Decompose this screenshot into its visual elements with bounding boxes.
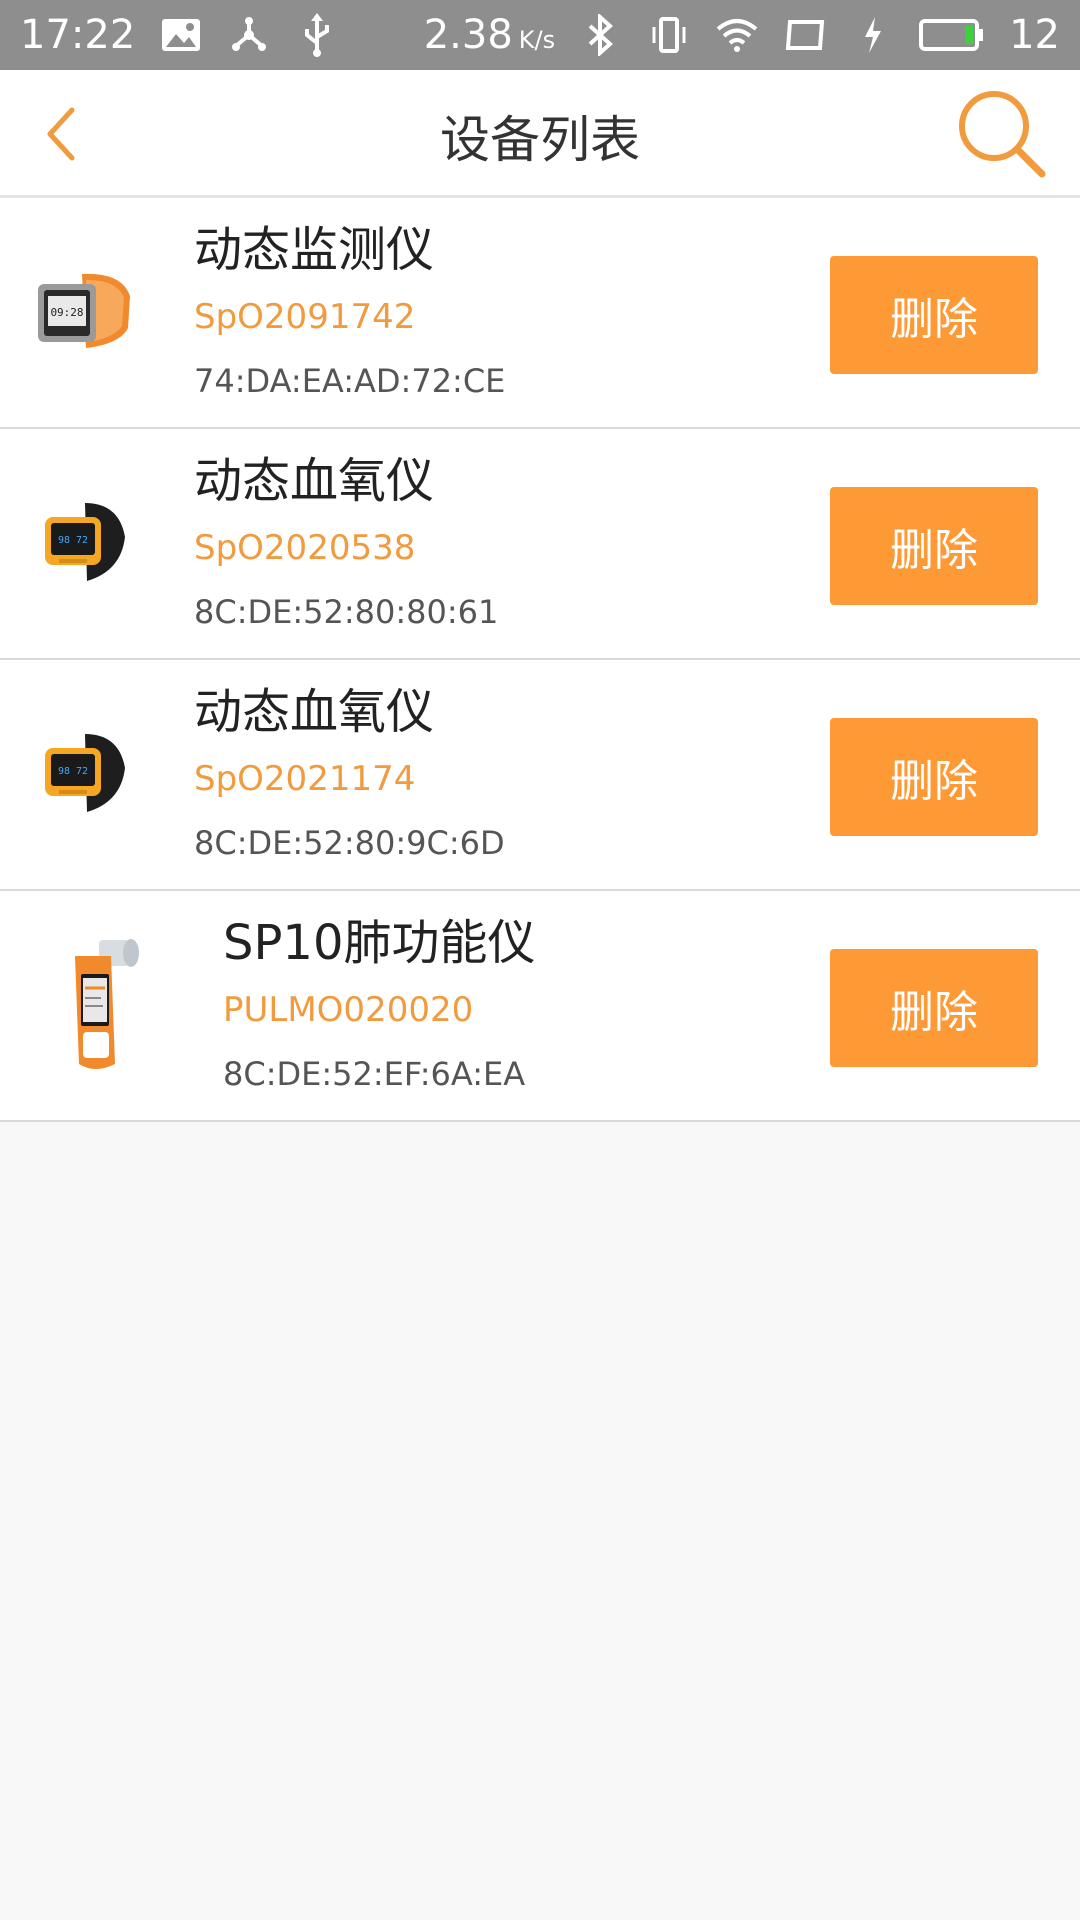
network-speed: 2.38 K/s [424,12,555,58]
wrist-oximeter-image: 98 72 [28,477,140,607]
usb-icon [295,13,339,57]
delete-button[interactable]: 删除 [830,718,1038,836]
device-name: 动态监测仪 [194,222,435,278]
delete-button[interactable]: 删除 [830,949,1038,1067]
svg-text:09:28: 09:28 [50,306,83,319]
device-mac: 8C:DE:52:80:80:61 [194,593,499,631]
device-serial: PULMO020020 [223,990,474,1030]
charging-icon [851,13,895,57]
share-network-icon [227,13,271,57]
delete-button[interactable]: 删除 [830,487,1038,605]
search-button[interactable] [952,84,1052,184]
device-name: 动态血氧仪 [194,453,435,509]
network-speed-unit: K/s [518,26,556,54]
device-row[interactable]: 98 72 动态血氧仪 SpO2021174 8C:DE:52:80:9C:6D… [0,660,1080,891]
status-time: 17:22 [20,12,136,58]
device-list: 09:28 动态监测仪 SpO2091742 74:DA:EA:AD:72:CE… [0,198,1080,1122]
wrist-oximeter-image: 98 72 [28,708,140,838]
status-bar-right: 2.38 K/s 12 [424,12,1060,58]
device-serial: SpO2020538 [194,528,416,568]
spirometer-image [50,939,160,1069]
device-row[interactable]: 09:28 动态监测仪 SpO2091742 74:DA:EA:AD:72:CE… [0,198,1080,429]
device-serial: SpO2091742 [194,297,416,337]
device-info: 动态监测仪 SpO2091742 74:DA:EA:AD:72:CE [194,218,505,404]
device-mac: 8C:DE:52:80:9C:6D [194,824,505,862]
svg-text:98 72: 98 72 [58,766,88,777]
device-info: 动态血氧仪 SpO2021174 8C:DE:52:80:9C:6D [194,680,505,866]
screen-icon [783,13,827,57]
device-row[interactable]: SP10肺功能仪 PULMO020020 8C:DE:52:EF:6A:EA 删… [0,891,1080,1122]
svg-text:98 72: 98 72 [58,535,88,546]
device-mac: 8C:DE:52:EF:6A:EA [223,1055,526,1093]
bluetooth-icon [579,13,623,57]
device-name: SP10肺功能仪 [223,915,536,971]
vibrate-icon [647,13,691,57]
network-speed-value: 2.38 [423,12,513,58]
page-title: 设备列表 [440,111,640,169]
device-info: 动态血氧仪 SpO2020538 8C:DE:52:80:80:61 [194,449,498,635]
app-header: 设备列表 [0,70,1080,198]
device-mac: 74:DA:EA:AD:72:CE [194,362,506,400]
device-info: SP10肺功能仪 PULMO020020 8C:DE:52:EF:6A:EA [223,911,536,1097]
status-bar: 17:22 2.38 K/s 12 [0,0,1080,70]
battery-percent: 12 [1009,12,1060,58]
search-icon [959,91,1046,178]
device-row[interactable]: 98 72 动态血氧仪 SpO2020538 8C:DE:52:80:80:61… [0,429,1080,660]
image-icon [159,13,203,57]
delete-button[interactable]: 删除 [830,256,1038,374]
orange-smartwatch-image: 09:28 [28,246,140,376]
device-serial: SpO2021174 [194,759,416,799]
wifi-icon [715,13,759,57]
device-name: 动态血氧仪 [194,684,435,740]
status-bar-left: 17:22 [20,12,339,58]
battery-icon [919,13,985,57]
